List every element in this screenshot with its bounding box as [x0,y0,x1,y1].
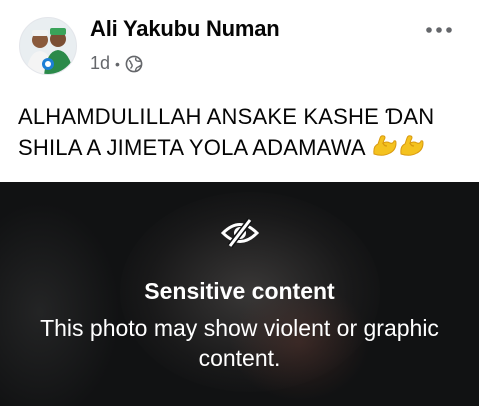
post-timestamp[interactable]: 1d [90,53,110,74]
sensitive-warning: Sensitive content This photo may show vi… [0,182,479,406]
author-name[interactable]: Ali Yakubu Numan [90,16,280,42]
flexed-biceps-icon [398,132,425,159]
post-card: Ali Yakubu Numan 1d • ALHAMDULILLAH ANSA… [0,0,479,406]
eye-slash-icon [220,218,260,248]
more-options-icon[interactable] [425,22,453,38]
sensitive-description: This photo may show violent or graphic c… [40,315,439,371]
post-text: ALHAMDULILLAH ANSAKE KASHE ƊAN SHILA A J… [18,102,468,163]
post-header: Ali Yakubu Numan 1d • [0,0,479,90]
sensitive-media[interactable]: Sensitive content This photo may show vi… [0,182,479,406]
post-meta: 1d • [90,53,143,74]
sensitive-title: Sensitive content [144,278,335,304]
flexed-biceps-icon [371,132,398,159]
globe-icon[interactable] [125,55,143,73]
meta-separator: • [115,55,120,72]
author-avatar[interactable] [19,17,77,75]
